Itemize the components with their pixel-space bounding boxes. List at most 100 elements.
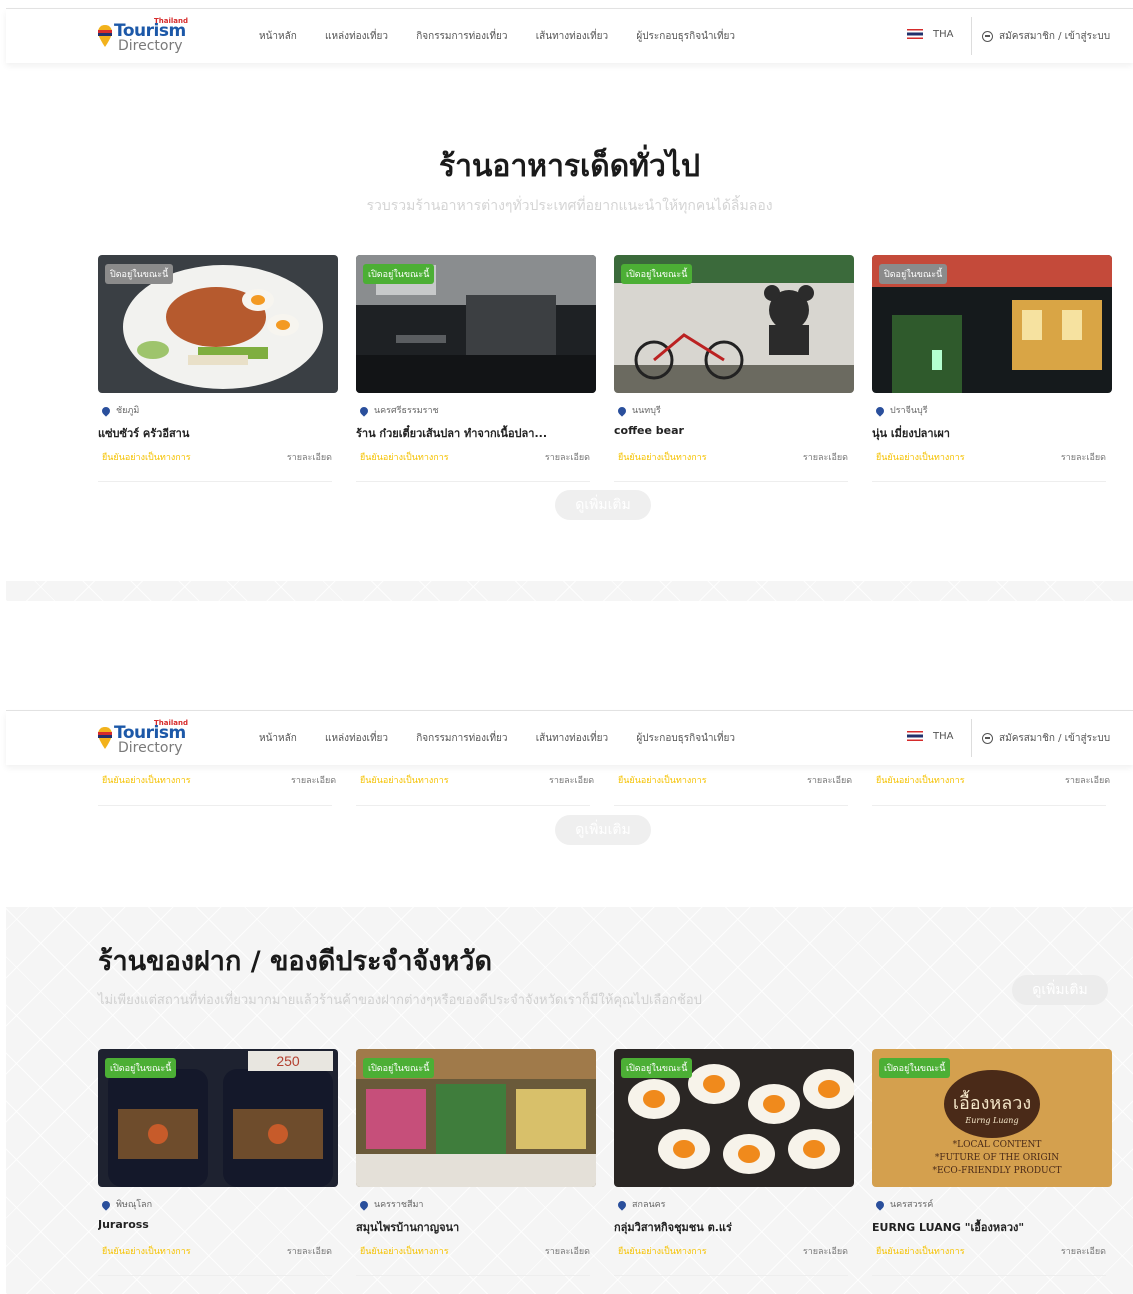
card-divider — [614, 481, 848, 482]
verified-label: ยืนยันอย่างเป็นทางการ — [102, 453, 191, 463]
top-navbar: Thailand Tourism Directory หน้าหลัก แหล่… — [6, 711, 1133, 765]
menu-routes[interactable]: เส้นทางท่องเที่ยว — [536, 29, 608, 44]
souvenir-image[interactable]: 250 เปิดอยู่ในขณะนี้ — [98, 1049, 338, 1187]
main-menu: หน้าหลัก แหล่งท่องเที่ยว กิจกรรมการท่องเ… — [259, 29, 760, 44]
verified-label: ยืนยันอย่างเป็นทางการ — [876, 453, 965, 463]
location-pin-icon — [100, 1198, 112, 1211]
page-frame-top: Thailand Tourism Directory หน้าหลัก แหล่… — [6, 8, 1133, 601]
thai-flag-icon — [907, 731, 923, 741]
logo-directory: Directory — [118, 740, 183, 756]
restaurant-image[interactable]: ปิดอยู่ในขณะนี้ — [98, 255, 338, 393]
card-divider — [614, 1275, 848, 1276]
tagline-3: *ECO-FRIENDLY PRODUCT — [932, 1166, 1061, 1176]
detail-link[interactable]: รายละเอียด — [545, 1244, 590, 1258]
card-divider — [356, 805, 590, 806]
detail-link[interactable]: รายละเอียด — [803, 1244, 848, 1258]
province-label: นครสวรรค์ — [874, 1197, 933, 1211]
logo[interactable]: Thailand Tourism Directory — [98, 719, 188, 757]
province-label: นนทบุรี — [616, 403, 661, 417]
top-navbar: Thailand Tourism Directory หน้าหลัก แหล่… — [6, 9, 1133, 63]
menu-operators[interactable]: ผู้ประกอบธุรกิจนำเที่ยว — [636, 29, 735, 44]
restaurant-image[interactable]: เปิดอยู่ในขณะนี้ — [614, 255, 854, 393]
login-link[interactable]: สมัครสมาชิก / เข้าสู่ระบบ — [982, 731, 1110, 746]
login-link[interactable]: สมัครสมาชิก / เข้าสู่ระบบ — [982, 29, 1110, 44]
restaurant-name[interactable]: แซ่บซัวร์ ครัวอีสาน — [98, 424, 338, 442]
souvenir-title: ร้านของฝาก / ของดีประจำจังหวัด — [98, 946, 492, 977]
detail-link[interactable]: รายละเอียด — [803, 450, 848, 464]
card-divider — [98, 481, 332, 482]
province-label: นครราชสีมา — [358, 1197, 423, 1211]
page-frame-scrolled: Thailand Tourism Directory หน้าหลัก แหล่… — [6, 710, 1133, 1294]
menu-home[interactable]: หน้าหลัก — [259, 731, 297, 746]
language-selector[interactable]: THA — [907, 29, 953, 40]
status-badge: ปิดอยู่ในขณะนี้ — [105, 264, 174, 284]
restaurant-card[interactable]: เปิดอยู่ในขณะนี้ นนทบุรี coffee bear ยืน… — [614, 255, 854, 487]
souvenir-card[interactable]: เปิดอยู่ในขณะนี้ นครราชสีมา สมุนไพรบ้านก… — [356, 1049, 596, 1281]
shop-name[interactable]: Juraross — [98, 1218, 338, 1231]
restaurant-card[interactable]: ปิดอยู่ในขณะนี้ ปราจีนบุรี นุ่น เมี่ยงปล… — [872, 255, 1112, 487]
verified-label: ยืนยันอย่างเป็นทางการ — [360, 453, 449, 463]
restaurant-name[interactable]: ร้าน ก๋วยเตี๋ยวเส้นปลา ทำจากเนื้อปลา... — [356, 424, 596, 442]
card-divider — [356, 481, 590, 482]
card-divider — [98, 805, 332, 806]
card-divider — [614, 805, 848, 806]
verified-label: ยืนยันอย่างเป็นทางการ — [360, 1247, 449, 1257]
detail-link[interactable]: รายละเอียด — [1065, 773, 1110, 787]
restaurant-card[interactable]: เปิดอยู่ในขณะนี้ นครศรีธรรมราช ร้าน ก๋วย… — [356, 255, 596, 487]
logo[interactable]: Thailand Tourism Directory — [98, 17, 188, 55]
restaurant-image[interactable]: เปิดอยู่ในขณะนี้ — [356, 255, 596, 393]
verified-label: ยืนยันอย่างเป็นทางการ — [102, 776, 191, 786]
pattern-band — [6, 581, 1133, 601]
status-badge: เปิดอยู่ในขณะนี้ — [621, 1058, 693, 1078]
menu-activities[interactable]: กิจกรรมการท่องเที่ยว — [416, 731, 507, 746]
verified-label: ยืนยันอย่างเป็นทางการ — [618, 1247, 707, 1257]
detail-link[interactable]: รายละเอียด — [549, 773, 594, 787]
logo-pin-icon — [98, 25, 112, 47]
nav-divider — [971, 17, 972, 55]
tagline-2: *FUTURE OF THE ORIGIN — [935, 1153, 1059, 1163]
status-badge: เปิดอยู่ในขณะนี้ — [621, 264, 693, 284]
souvenir-more-button[interactable]: ดูเพิ่มเติม — [1012, 975, 1108, 1005]
restaurants-more-button[interactable]: ดูเพิ่มเติม — [555, 490, 651, 520]
detail-link[interactable]: รายละเอียด — [287, 450, 332, 464]
language-label: THA — [933, 731, 954, 742]
card-divider — [872, 481, 1106, 482]
souvenir-image[interactable]: เปิดอยู่ในขณะนี้ — [614, 1049, 854, 1187]
detail-link[interactable]: รายละเอียด — [291, 773, 336, 787]
shop-name[interactable]: EURNG LUANG "เอื้องหลวง" — [872, 1218, 1112, 1236]
restaurant-name[interactable]: coffee bear — [614, 424, 854, 437]
menu-attractions[interactable]: แหล่งท่องเที่ยว — [325, 731, 388, 746]
restaurant-image[interactable]: ปิดอยู่ในขณะนี้ — [872, 255, 1112, 393]
souvenir-image[interactable]: เอื้องหลวง Eurng Luang *LOCAL CONTENT *F… — [872, 1049, 1112, 1187]
detail-link[interactable]: รายละเอียด — [545, 450, 590, 464]
shop-name[interactable]: กลุ่มวิสาหกิจชุมชน ต.แร่ — [614, 1218, 854, 1236]
souvenir-card[interactable]: เอื้องหลวง Eurng Luang *LOCAL CONTENT *F… — [872, 1049, 1112, 1281]
card-divider — [872, 1275, 1106, 1276]
province-label: นครศรีธรรมราช — [358, 403, 439, 417]
souvenir-section: ร้านของฝาก / ของดีประจำจังหวัด ไม่เพียงแ… — [6, 907, 1133, 1294]
menu-operators[interactable]: ผู้ประกอบธุรกิจนำเที่ยว — [636, 731, 735, 746]
souvenir-image[interactable]: เปิดอยู่ในขณะนี้ — [356, 1049, 596, 1187]
restaurants-more-button[interactable]: ดูเพิ่มเติม — [555, 815, 651, 845]
detail-link[interactable]: รายละเอียด — [1061, 450, 1106, 464]
menu-attractions[interactable]: แหล่งท่องเที่ยว — [325, 29, 388, 44]
main-menu: หน้าหลัก แหล่งท่องเที่ยว กิจกรรมการท่องเ… — [259, 731, 760, 746]
detail-link[interactable]: รายละเอียด — [287, 1244, 332, 1258]
tagline-1: *LOCAL CONTENT — [953, 1140, 1042, 1150]
shop-name[interactable]: สมุนไพรบ้านกาญจนา — [356, 1218, 596, 1236]
menu-routes[interactable]: เส้นทางท่องเที่ยว — [536, 731, 608, 746]
menu-home[interactable]: หน้าหลัก — [259, 29, 297, 44]
detail-link[interactable]: รายละเอียด — [807, 773, 852, 787]
status-badge: เปิดอยู่ในขณะนี้ — [363, 264, 435, 284]
souvenir-card[interactable]: 250 เปิดอยู่ในขณะนี้ พิษณุโลก Juraross ย… — [98, 1049, 338, 1281]
souvenir-card[interactable]: เปิดอยู่ในขณะนี้ สกลนคร กลุ่มวิสาหกิจชุม… — [614, 1049, 854, 1281]
menu-activities[interactable]: กิจกรรมการท่องเที่ยว — [416, 29, 507, 44]
restaurant-card[interactable]: ปิดอยู่ในขณะนี้ ชัยภูมิ แซ่บซัวร์ ครัวอี… — [98, 255, 338, 487]
detail-link[interactable]: รายละเอียด — [1061, 1244, 1106, 1258]
login-label: สมัครสมาชิก / เข้าสู่ระบบ — [999, 31, 1111, 42]
province-name: นครศรีธรรมราช — [374, 406, 439, 416]
restaurant-name[interactable]: นุ่น เมี่ยงปลาเผา — [872, 424, 1112, 442]
restaurants-title: ร้านอาหารเด็ดทั่วไป — [438, 149, 701, 184]
souvenir-subtitle: ไม่เพียงแต่สถานที่ท่องเที่ยวมากมายแล้วร้… — [98, 993, 702, 1008]
language-selector[interactable]: THA — [907, 731, 953, 742]
